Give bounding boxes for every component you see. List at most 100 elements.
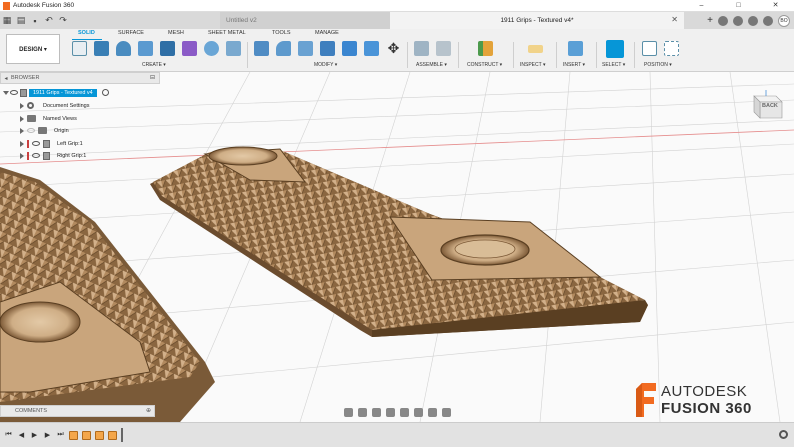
browser-item-named-views[interactable]: Named Views xyxy=(20,113,77,124)
notifications-icon[interactable] xyxy=(748,15,758,26)
folder-icon xyxy=(27,115,36,122)
form-icon[interactable] xyxy=(182,41,197,56)
timeline-marker[interactable] xyxy=(121,428,123,442)
fit-icon[interactable] xyxy=(400,407,409,417)
timeline-settings-gear-icon[interactable] xyxy=(779,430,788,439)
insert-canvas-icon[interactable] xyxy=(568,41,583,56)
job-status-icon[interactable] xyxy=(733,15,743,26)
expand-triangle-icon[interactable] xyxy=(20,127,24,134)
orbit-icon[interactable] xyxy=(344,407,353,417)
browser-item-document-settings[interactable]: Document Settings xyxy=(20,100,89,111)
offset-plane-icon[interactable] xyxy=(478,41,493,56)
shell-icon[interactable] xyxy=(320,41,335,56)
collapse-browser-icon[interactable]: ◂ xyxy=(1,75,11,82)
extrude-icon[interactable] xyxy=(94,41,109,56)
capture-position-icon[interactable] xyxy=(642,41,657,56)
tab-tools[interactable]: TOOLS xyxy=(272,30,291,36)
tab-untitled[interactable]: Untitled v2 xyxy=(220,12,390,29)
visibility-eye-icon[interactable] xyxy=(27,128,35,133)
help-icon[interactable] xyxy=(763,15,773,26)
add-comment-icon[interactable]: ⊕ xyxy=(146,406,151,417)
split-body-icon[interactable] xyxy=(364,41,379,56)
joint-icon[interactable] xyxy=(436,41,451,56)
tab-sheet-metal[interactable]: SHEET METAL xyxy=(208,30,246,36)
visibility-eye-icon[interactable] xyxy=(32,141,40,146)
go-to-end-icon[interactable]: ⏭ xyxy=(56,431,65,439)
modify-menu[interactable]: MODIFY ▾ xyxy=(314,62,337,68)
combine-icon[interactable] xyxy=(342,41,357,56)
revert-position-icon[interactable] xyxy=(664,41,679,56)
select-menu[interactable]: SELECT ▾ xyxy=(602,62,625,68)
zoom-icon[interactable] xyxy=(386,407,395,417)
timeline-feature[interactable] xyxy=(108,430,117,440)
close-button[interactable]: ✕ xyxy=(757,0,794,12)
timeline-feature[interactable] xyxy=(82,430,91,440)
comments-panel-header[interactable]: COMMENTS ⊕ xyxy=(0,405,155,417)
extensions-icon[interactable] xyxy=(718,15,728,26)
assemble-menu[interactable]: ASSEMBLE ▾ xyxy=(416,62,447,68)
workspace-switcher-button[interactable]: DESIGN ▾ xyxy=(6,34,60,64)
tab-manage[interactable]: MANAGE xyxy=(315,30,339,36)
step-forward-icon[interactable]: ▶ xyxy=(43,431,52,439)
pan-icon[interactable] xyxy=(372,407,381,417)
expand-triangle-icon[interactable] xyxy=(20,115,24,122)
new-component-icon[interactable] xyxy=(414,41,429,56)
browser-root-node[interactable]: 1911 Grips - Textured v4 xyxy=(3,87,109,98)
construct-menu[interactable]: CONSTRUCT ▾ xyxy=(467,62,502,68)
pattern-icon[interactable] xyxy=(204,41,219,56)
sweep-icon[interactable] xyxy=(138,41,153,56)
browser-panel-header[interactable]: ◂ BROWSER ⊟ xyxy=(0,72,160,84)
viewcube[interactable]: BACK xyxy=(746,90,786,120)
new-tab-icon[interactable]: + xyxy=(707,15,713,26)
chamfer-icon[interactable] xyxy=(298,41,313,56)
look-at-icon[interactable] xyxy=(358,407,367,417)
redo-icon[interactable]: ↷ xyxy=(56,12,70,29)
mirror-icon[interactable] xyxy=(226,41,241,56)
press-pull-icon[interactable] xyxy=(254,41,269,56)
play-icon[interactable]: ▶ xyxy=(30,431,39,439)
fillet-icon[interactable] xyxy=(276,41,291,56)
timeline-feature[interactable] xyxy=(95,430,104,440)
minimize-button[interactable]: – xyxy=(683,0,720,12)
close-tab-icon[interactable]: ✕ xyxy=(671,15,678,24)
tab-mesh[interactable]: MESH xyxy=(168,30,184,36)
expand-triangle-icon[interactable] xyxy=(20,140,24,147)
activate-radio-icon[interactable] xyxy=(101,89,109,96)
visibility-eye-icon[interactable] xyxy=(10,90,18,95)
viewports-icon[interactable] xyxy=(442,407,451,417)
maximize-button[interactable]: □ xyxy=(720,0,757,12)
expand-triangle-icon[interactable] xyxy=(20,102,24,109)
user-avatar[interactable]: BO xyxy=(778,14,790,27)
create-sketch-icon[interactable] xyxy=(72,41,87,56)
measure-icon[interactable] xyxy=(528,45,543,53)
insert-menu[interactable]: INSERT ▾ xyxy=(563,62,585,68)
expand-triangle-icon[interactable] xyxy=(20,152,24,159)
visibility-eye-icon[interactable] xyxy=(32,153,40,158)
browser-actions-icon[interactable]: ⊟ xyxy=(150,73,155,84)
tab-solid[interactable]: SOLID xyxy=(78,30,95,36)
grid-settings-icon[interactable] xyxy=(428,407,437,417)
inspect-menu[interactable]: INSPECT ▾ xyxy=(520,62,545,68)
tab-surface[interactable]: SURFACE xyxy=(118,30,144,36)
browser-item-origin[interactable]: Origin xyxy=(20,125,69,136)
timeline-feature[interactable] xyxy=(69,430,78,440)
display-settings-icon[interactable] xyxy=(414,407,423,417)
go-to-start-icon[interactable]: ⏮ xyxy=(4,431,13,439)
create-menu[interactable]: CREATE ▾ xyxy=(142,62,166,68)
loft-icon[interactable] xyxy=(160,41,175,56)
move-copy-icon[interactable]: ✥ xyxy=(386,41,401,56)
browser-item-left-grip[interactable]: Left Grip:1 xyxy=(20,138,83,149)
select-icon[interactable] xyxy=(606,40,624,58)
undo-icon[interactable]: ↶ xyxy=(42,12,56,29)
position-menu[interactable]: POSITION ▾ xyxy=(644,62,672,68)
right-grip-body[interactable] xyxy=(150,146,648,337)
file-menu-icon[interactable]: ▤ xyxy=(14,12,28,29)
data-panel-grid-icon[interactable]: ▦ xyxy=(0,12,14,29)
step-back-icon[interactable]: ◀ xyxy=(17,431,26,439)
canvas-viewport[interactable] xyxy=(0,72,794,422)
browser-item-right-grip[interactable]: Right Grip:1 xyxy=(20,150,86,161)
save-icon[interactable]: ▪ xyxy=(28,12,42,29)
expand-triangle-icon[interactable] xyxy=(3,90,9,95)
revolve-icon[interactable] xyxy=(116,41,131,56)
tab-1911-grips[interactable]: 1911 Grips - Textured v4* ✕ xyxy=(390,12,684,29)
